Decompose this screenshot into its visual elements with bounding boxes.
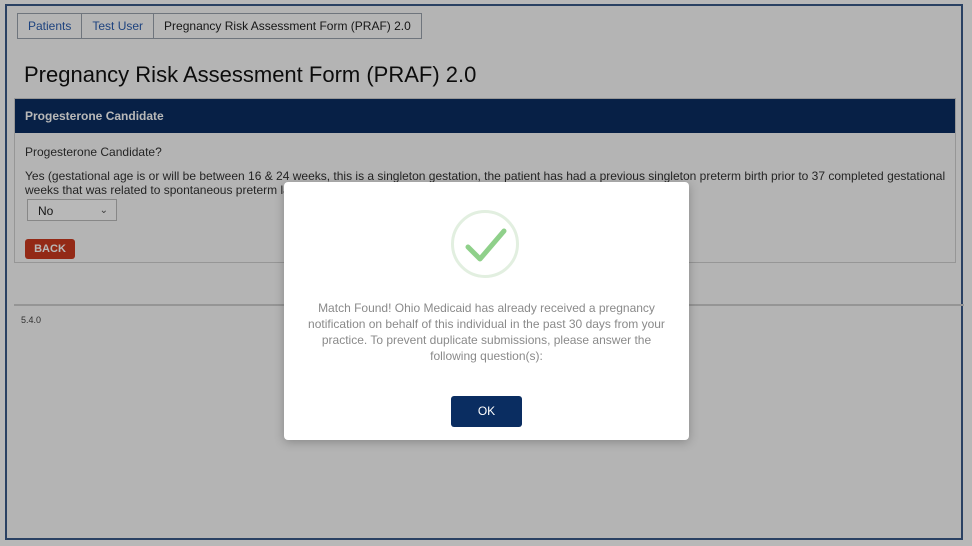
ok-button[interactable]: OK: [451, 396, 522, 427]
modal-message: Match Found! Ohio Medicaid has already r…: [308, 301, 665, 363]
check-icon: [451, 210, 519, 278]
match-found-modal: Match Found! Ohio Medicaid has already r…: [284, 182, 689, 440]
